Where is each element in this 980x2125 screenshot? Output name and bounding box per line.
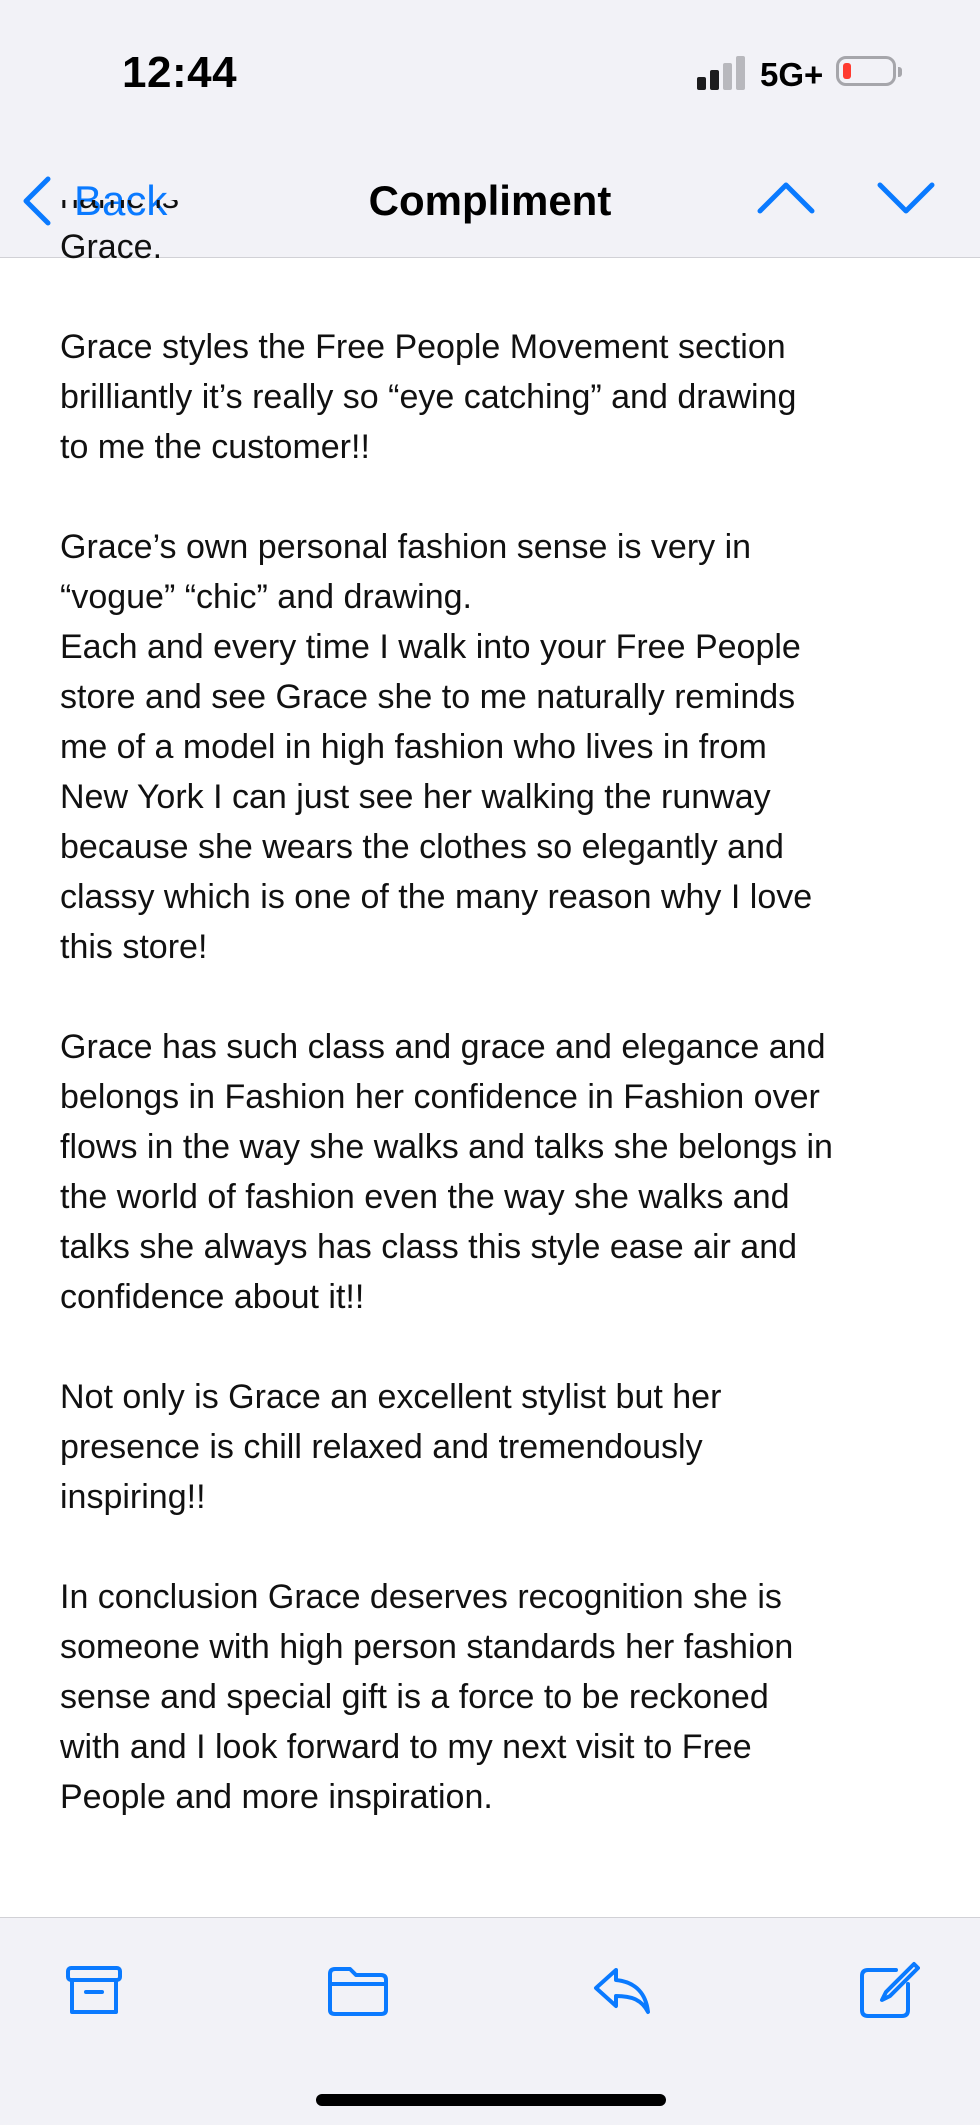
message-paragraph: Not only is Grace an excellent stylist b… [60, 1372, 940, 1522]
message-paragraph: Grace has such class and grace and elega… [60, 1022, 940, 1322]
message-line: brilliantly it’s really so “eye catching… [60, 378, 797, 416]
message-paragraph: Grace styles the Free People Movement se… [60, 322, 940, 472]
message-line: talks she always has class this style ea… [60, 1228, 798, 1266]
compose-icon [860, 1962, 920, 2018]
battery-icon [836, 56, 902, 86]
message-line: someone with high person standards her f… [60, 1628, 794, 1666]
message-line: the world of fashion even the way she wa… [60, 1178, 790, 1216]
message-line: New York I can just see her walking the … [60, 778, 771, 816]
message-line: store and see Grace she to me naturally … [60, 678, 796, 716]
message-line: because she wears the clothes so elegant… [60, 828, 784, 866]
message-body: name is Grace. Grace styles the Free Peop… [60, 200, 940, 1910]
message-line: inspiring!! [60, 1478, 206, 1516]
reply-icon [594, 1968, 650, 2014]
message-line: with and I look forward to my next visit… [60, 1728, 752, 1766]
message-line: belongs in Fashion her confidence in Fas… [60, 1078, 820, 1116]
message-line: presence is chill relaxed and tremendous… [60, 1428, 703, 1466]
reply-button[interactable] [590, 1960, 654, 2020]
message-paragraph: In conclusion Grace deserves recognition… [60, 1572, 940, 1822]
move-to-folder-button[interactable] [326, 1960, 390, 2020]
message-paragraph: Grace’s own personal fashion sense is ve… [60, 522, 940, 972]
archive-icon [66, 1966, 122, 2014]
status-time: 12:44 [122, 48, 238, 97]
message-line: classy which is one of the many reason w… [60, 878, 813, 916]
message-line: to me the customer!! [60, 428, 370, 466]
compose-button[interactable] [856, 1960, 920, 2020]
message-line: “vogue” “chic” and drawing. [60, 578, 472, 616]
chevron-left-icon [23, 176, 51, 226]
message-paragraph: Grace. [60, 222, 940, 272]
message-line: Grace’s own personal fashion sense is ve… [60, 528, 752, 566]
folder-icon [328, 1967, 388, 2016]
message-line: In conclusion Grace deserves recognition… [60, 1578, 782, 1616]
message-line: flows in the way she walks and talks she… [60, 1128, 833, 1166]
network-type: 5G+ [760, 56, 824, 93]
message-line: People and more inspiration. [60, 1778, 493, 1816]
message-line: sense and special gift is a force to be … [60, 1678, 769, 1716]
clipped-line: name is [60, 200, 940, 222]
message-line: confidence about it!! [60, 1278, 365, 1316]
cellular-signal-icon [697, 56, 747, 90]
message-line: Grace styles the Free People Movement se… [60, 328, 786, 366]
status-bar: 12:44 5G+ [0, 0, 980, 145]
message-line: Not only is Grace an excellent stylist b… [60, 1378, 722, 1416]
home-indicator[interactable] [316, 2094, 666, 2106]
message-paragraphs: Grace. Grace styles the Free People Movem… [60, 222, 940, 1822]
archive-button[interactable] [62, 1960, 126, 2020]
message-line: this store! [60, 928, 208, 966]
message-line: Grace. [60, 228, 163, 266]
message-line: Each and every time I walk into your Fre… [60, 628, 801, 666]
battery-level [843, 63, 851, 79]
message-line: Grace has such class and grace and elega… [60, 1028, 826, 1066]
message-line: me of a model in high fashion who lives … [60, 728, 767, 766]
bottom-toolbar [0, 1917, 980, 2125]
